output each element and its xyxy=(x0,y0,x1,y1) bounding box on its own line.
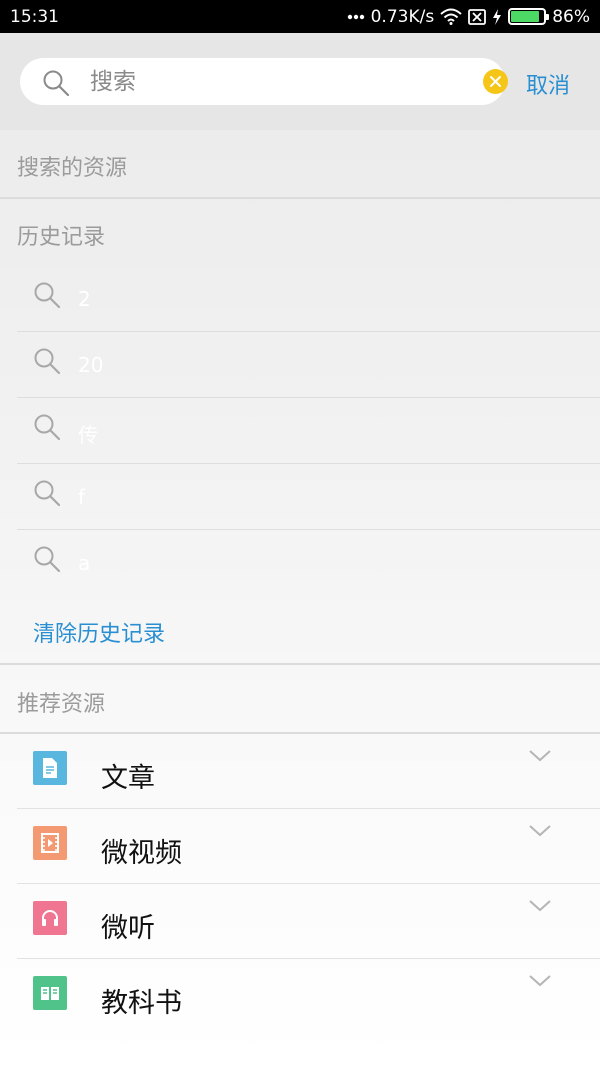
resource-label: 微视频 xyxy=(101,838,182,869)
resource-item-textbook[interactable]: 教科书 xyxy=(0,959,600,1034)
wifi-icon xyxy=(440,8,462,25)
chevron-down-icon[interactable] xyxy=(528,898,552,917)
resource-item-micro-video[interactable]: 微视频 xyxy=(0,809,600,884)
document-icon xyxy=(33,751,67,785)
search-icon xyxy=(33,413,61,445)
video-icon xyxy=(33,826,67,860)
resource-item-articles[interactable]: 文章 xyxy=(0,734,600,809)
search-box[interactable] xyxy=(20,58,508,105)
battery-icon xyxy=(508,8,550,25)
chevron-down-icon[interactable] xyxy=(528,823,552,842)
history-item-text: 传 xyxy=(78,423,98,447)
chevron-down-icon[interactable] xyxy=(528,973,552,992)
search-panel: 搜索的资源 历史记录 2 20 传 f a 清除历史记录 推荐资源 文章 微视频… xyxy=(0,130,600,1067)
history-item-text: f xyxy=(78,485,86,509)
battery-percent: 86% xyxy=(552,6,590,27)
history-item[interactable]: 2 xyxy=(17,265,600,331)
net-speed: 0.73K/s xyxy=(370,6,435,27)
section-title-history: 历史记录 xyxy=(17,225,106,250)
divider xyxy=(0,663,600,665)
history-item[interactable]: 传 xyxy=(17,397,600,463)
divider xyxy=(0,197,600,199)
resource-label: 微听 xyxy=(101,913,155,944)
search-icon xyxy=(33,281,61,313)
section-title-recommended: 推荐资源 xyxy=(17,692,106,717)
search-icon xyxy=(33,479,61,511)
status-indicators: 0.73K/s 86% xyxy=(347,7,590,27)
resource-label: 文章 xyxy=(101,763,155,794)
resource-item-micro-listen[interactable]: 微听 xyxy=(0,884,600,959)
search-icon xyxy=(33,347,61,379)
status-bar: 15:31 0.73K/s 86% xyxy=(0,0,600,33)
battery-fill xyxy=(511,11,539,22)
history-item[interactable]: 20 xyxy=(17,331,600,397)
history-item-text: 2 xyxy=(78,287,91,311)
resource-label: 教科书 xyxy=(101,988,182,1019)
chevron-down-icon[interactable] xyxy=(528,748,552,767)
history-item[interactable]: f xyxy=(17,463,600,529)
section-title-searched-resources: 搜索的资源 xyxy=(17,156,128,181)
clear-search-button[interactable] xyxy=(483,69,508,94)
history-item-text: 20 xyxy=(78,353,104,377)
sim-off-icon xyxy=(468,8,487,25)
search-input[interactable] xyxy=(90,64,470,100)
cancel-button[interactable]: 取消 xyxy=(526,68,570,100)
status-time: 15:31 xyxy=(10,6,59,27)
search-header: 取消 xyxy=(0,33,600,130)
search-icon xyxy=(42,69,70,101)
headphones-icon xyxy=(33,901,67,935)
history-item-text: a xyxy=(78,551,91,575)
dots-icon xyxy=(347,14,365,20)
charging-icon xyxy=(492,8,502,25)
clear-history-link[interactable]: 清除历史记录 xyxy=(33,616,165,648)
search-icon xyxy=(33,545,61,577)
book-icon xyxy=(33,976,67,1010)
history-item[interactable]: a xyxy=(17,529,600,595)
